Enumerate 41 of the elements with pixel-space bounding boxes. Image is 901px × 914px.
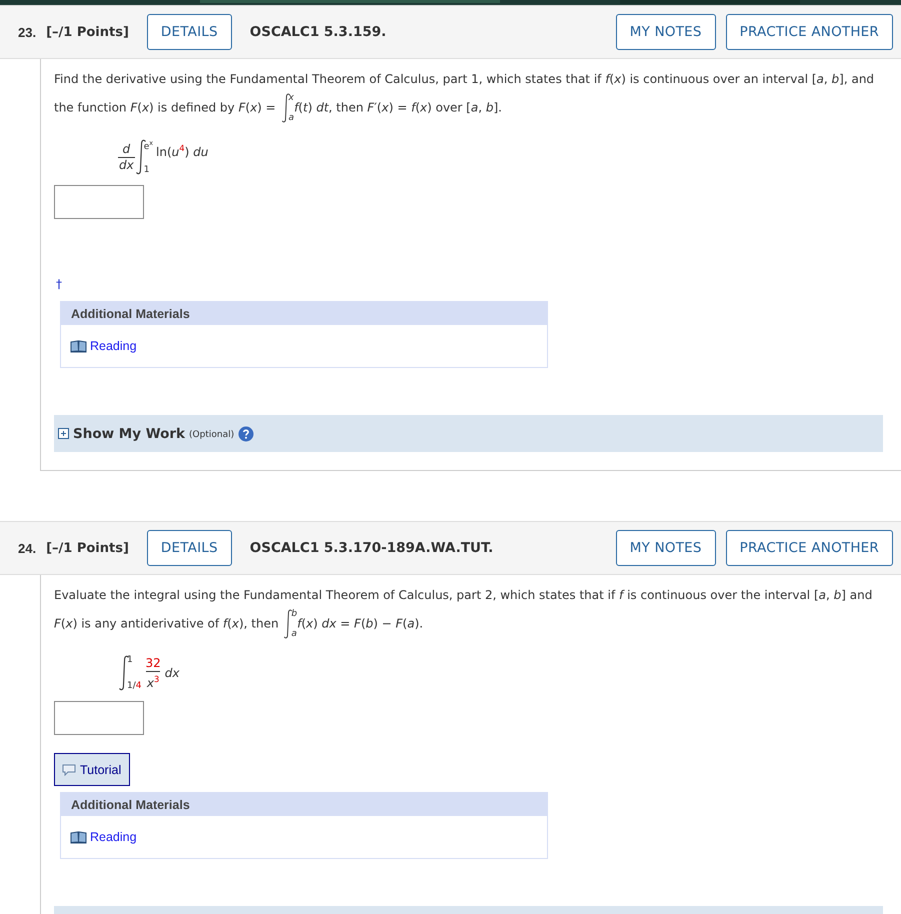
optional-note: (Optional)	[189, 430, 234, 440]
problem-statement: Find the derivative using the Fundamental Theorem of Calculus, part 1, which states that if f(x) is continuous over an interval [a, b], and the function F(x) is defined by F(x) = x a f(t) dt, then F′(x) = f(x) over [a, b].	[54, 71, 876, 123]
speech-bubble-icon	[62, 764, 76, 776]
my-notes-button[interactable]: MY NOTES	[616, 530, 716, 566]
integral-sign-icon	[118, 655, 130, 691]
details-button[interactable]: DETAILS	[146, 14, 232, 50]
tutorial-button[interactable]: Tutorial	[54, 753, 130, 786]
show-work-title: Show My Work	[73, 426, 186, 442]
reading-link[interactable]: Reading	[90, 339, 137, 353]
expand-icon[interactable]	[58, 428, 69, 439]
problem-number: 23.	[18, 24, 36, 40]
practice-another-button[interactable]: PRACTICE ANOTHER	[726, 530, 893, 566]
integrand: ln(u$^{4}$) du	[156, 143, 208, 159]
problem-points: [–/1 Points]	[46, 24, 129, 40]
materials-title: Additional Materials	[71, 306, 190, 320]
integrand-fraction: 32 x$^{3}$	[144, 656, 162, 690]
derivative-fraction: d dx	[118, 142, 135, 172]
answer-field[interactable]	[54, 701, 144, 735]
problem-points: [–/1 Points]	[46, 540, 129, 556]
lower-limit: 1	[144, 165, 150, 175]
book-icon	[70, 340, 87, 352]
reading-link[interactable]: Reading	[90, 830, 137, 844]
my-notes-button[interactable]: MY NOTES	[616, 14, 716, 50]
answer-field[interactable]	[54, 185, 144, 219]
problem-statement: Evaluate the integral using the Fundamental Theorem of Calculus, part 2, which states that if f is continuous over the interval [a, b] and F(x) is any antiderivative of f(x), then b a f(x) dx = F(b) − F(a).	[54, 587, 874, 639]
integral-sign-icon	[134, 139, 147, 175]
footnote-mark: †	[56, 277, 62, 291]
book-icon	[70, 830, 87, 844]
integral-sign-icon	[280, 93, 292, 123]
upper-limit: 1	[127, 655, 134, 665]
practice-another-button[interactable]: PRACTICE ANOTHER	[726, 14, 893, 50]
differential: dx	[164, 666, 180, 680]
materials-title: Additional Materials	[71, 798, 190, 812]
problem-number: 24.	[18, 540, 36, 556]
show-work-bar[interactable]: Show My Work (Optional)	[54, 415, 883, 452]
details-button[interactable]: DETAILS	[146, 530, 232, 566]
problem-code: OSCALC1 5.3.159.	[250, 24, 388, 40]
problem-code: OSCALC1 5.3.170-189A.WA.TUT.	[250, 540, 494, 556]
help-icon[interactable]	[238, 426, 254, 442]
lower-limit: 1/4	[127, 681, 142, 691]
upper-limit: e$^{x}$	[144, 139, 153, 152]
